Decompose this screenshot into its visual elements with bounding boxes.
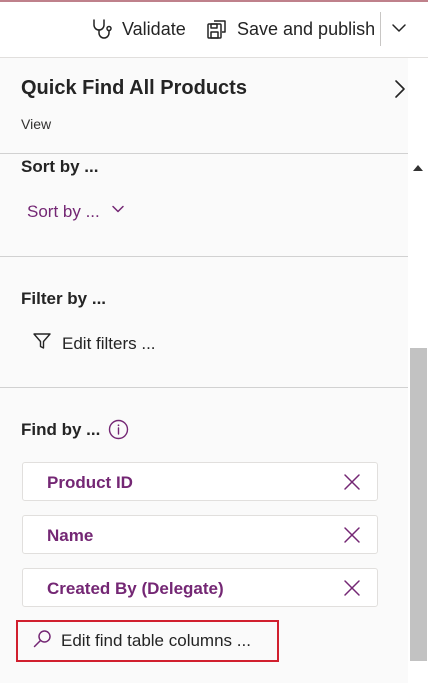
more-options-chevron-button[interactable] <box>389 18 409 43</box>
close-icon[interactable] <box>343 473 361 496</box>
find-column-item: Created By (Delegate) <box>22 568 378 607</box>
expand-panel-button[interactable] <box>391 78 409 105</box>
edit-filters-button[interactable]: Edit filters ... <box>32 331 156 356</box>
top-accent-line <box>0 0 428 2</box>
find-column-item: Product ID <box>22 462 378 501</box>
panel-subtitle: View <box>21 116 52 132</box>
close-icon[interactable] <box>343 579 361 602</box>
find-column-label: Created By (Delegate) <box>47 579 224 598</box>
chevron-down-icon <box>389 24 409 42</box>
validate-button[interactable]: Validate <box>90 14 186 44</box>
edit-filters-label: Edit filters ... <box>62 333 156 353</box>
validate-label: Validate <box>122 18 186 39</box>
find-column-item: Name <box>22 515 378 554</box>
panel-title: Quick Find All Products <box>21 77 247 99</box>
find-column-label: Product ID <box>47 473 133 492</box>
divider <box>0 256 408 257</box>
scroll-up-icon[interactable] <box>412 160 424 178</box>
divider <box>0 387 408 388</box>
find-column-label: Name <box>47 526 94 545</box>
save-publish-icon <box>205 17 229 41</box>
save-and-publish-label: Save and publish <box>237 18 376 39</box>
toolbar-separator <box>380 12 381 46</box>
close-icon[interactable] <box>343 526 361 549</box>
sort-by-dropdown-label: Sort by ... <box>27 201 100 221</box>
command-bar: Validate Save and publish <box>0 0 428 58</box>
sort-by-heading: Sort by ... <box>21 157 99 176</box>
chevron-right-icon <box>391 80 409 104</box>
scrollbar-thumb[interactable] <box>410 348 427 661</box>
search-icon <box>32 629 52 654</box>
stethoscope-icon <box>90 17 114 41</box>
filter-by-heading: Filter by ... <box>21 289 107 308</box>
find-by-heading: Find by ... <box>21 420 101 439</box>
divider <box>0 153 408 154</box>
sort-by-dropdown[interactable]: Sort by ... <box>27 201 126 222</box>
save-and-publish-button[interactable]: Save and publish <box>205 14 375 44</box>
filter-icon <box>32 331 52 356</box>
edit-find-table-columns-label: Edit find table columns ... <box>61 631 251 650</box>
edit-find-table-columns-button[interactable]: Edit find table columns ... <box>16 620 279 662</box>
info-icon[interactable] <box>108 419 129 445</box>
chevron-down-icon <box>100 201 126 222</box>
